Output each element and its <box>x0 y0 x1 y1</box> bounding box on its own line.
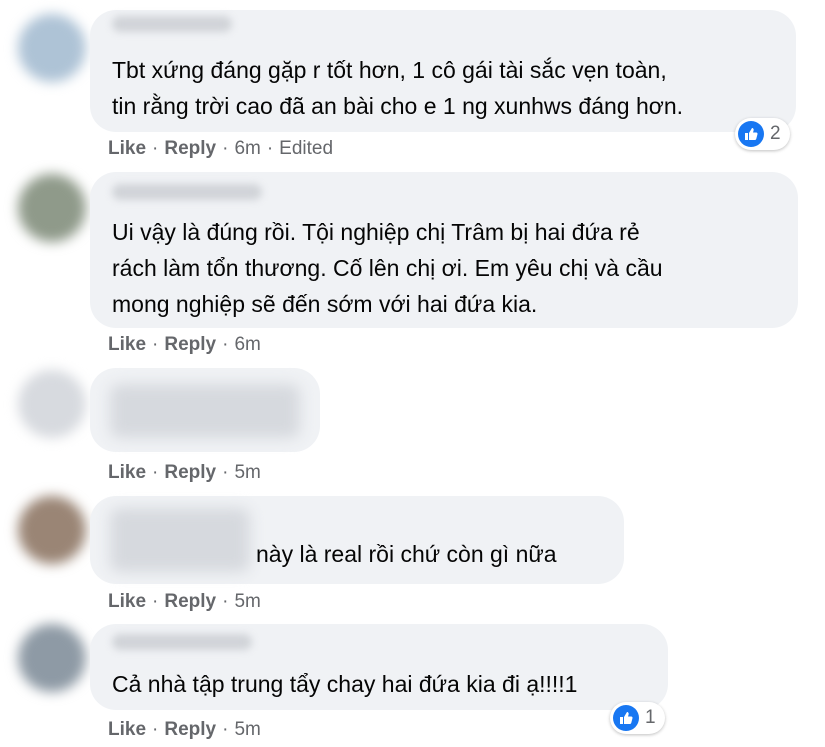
reply-button[interactable]: Reply <box>164 591 216 613</box>
separator: · <box>152 462 159 483</box>
timestamp[interactable]: 5m <box>234 462 260 484</box>
avatar[interactable] <box>18 14 86 82</box>
comment-actions: Like · Reply · 5m <box>108 462 261 484</box>
like-icon <box>738 121 764 147</box>
like-icon <box>613 705 639 731</box>
comment-actions: Like · Reply · 6m <box>108 334 261 356</box>
comment-text: Tbt xứng đáng gặp r tốt hơn, 1 cô gái tà… <box>112 57 684 119</box>
reply-button[interactable]: Reply <box>164 334 216 356</box>
reply-button[interactable]: Reply <box>164 719 216 741</box>
comment-bubble: này là real rồi chứ còn gì nữa <box>90 496 624 584</box>
separator: · <box>222 334 229 355</box>
comment-bubble: Cả nhà tập trung tẩy chay hai đứa kia đi… <box>90 624 668 710</box>
timestamp[interactable]: 6m <box>234 334 260 356</box>
timestamp[interactable]: 6m <box>234 138 260 160</box>
like-button[interactable]: Like <box>108 462 146 484</box>
reaction-badge[interactable]: 1 <box>610 702 665 734</box>
author-name-blurred[interactable] <box>112 16 232 32</box>
separator: · <box>222 138 229 159</box>
edited-label: Edited <box>279 138 334 159</box>
author-name-blurred[interactable] <box>112 184 262 200</box>
comment-text: Ui vậy là đúng rồi. Tội nghiệp chị Trâm … <box>112 219 663 317</box>
timestamp[interactable]: 5m <box>234 719 260 741</box>
comment-actions: Like · Reply · 6m · Edited <box>108 138 333 160</box>
author-name-blurred[interactable] <box>112 634 252 650</box>
reply-button[interactable]: Reply <box>164 138 216 160</box>
like-button[interactable]: Like <box>108 591 146 613</box>
like-button[interactable]: Like <box>108 334 146 356</box>
comment-bubble: Tbt xứng đáng gặp r tốt hơn, 1 cô gái tà… <box>90 10 796 132</box>
author-name-blurred[interactable] <box>110 508 250 572</box>
comment-text: Cả nhà tập trung tẩy chay hai đứa kia đi… <box>112 671 578 697</box>
reaction-count: 1 <box>645 707 656 728</box>
comment-bubble: Ui vậy là đúng rồi. Tội nghiệp chị Trâm … <box>90 172 798 328</box>
separator: · <box>152 719 159 740</box>
reply-button[interactable]: Reply <box>164 462 216 484</box>
separator: · <box>222 719 229 740</box>
separator: · <box>152 334 159 355</box>
comment-bubble <box>90 368 320 452</box>
avatar[interactable] <box>18 624 86 692</box>
reaction-count: 2 <box>770 123 781 144</box>
separator: · <box>152 591 159 612</box>
separator: · <box>152 138 159 159</box>
timestamp[interactable]: 5m <box>234 591 260 613</box>
reaction-badge[interactable]: 2 <box>735 118 790 150</box>
like-button[interactable]: Like <box>108 138 146 160</box>
separator: · <box>222 591 229 612</box>
like-button[interactable]: Like <box>108 719 146 741</box>
comment-text: này là real rồi chứ còn gì nữa <box>256 541 557 567</box>
comment-text-blurred <box>110 384 300 438</box>
separator: · <box>222 462 229 483</box>
avatar[interactable] <box>18 496 86 564</box>
avatar[interactable] <box>18 174 86 242</box>
comment-actions: Like · Reply · 5m <box>108 719 261 741</box>
avatar[interactable] <box>18 370 86 438</box>
comment-actions: Like · Reply · 5m <box>108 591 261 613</box>
separator: · <box>266 138 274 159</box>
